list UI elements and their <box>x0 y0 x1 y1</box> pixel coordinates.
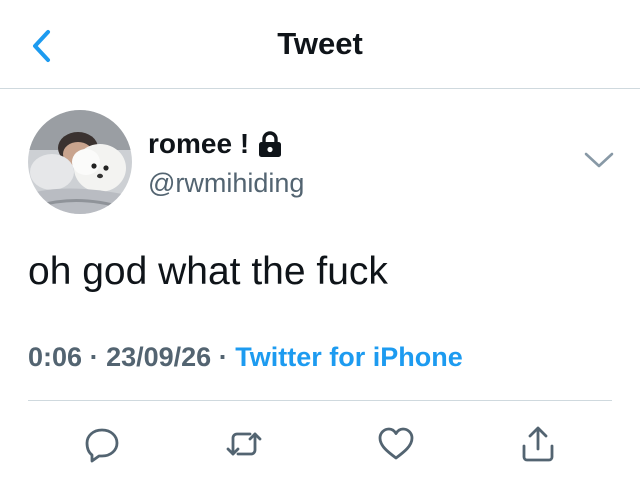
retweet-icon <box>226 432 262 456</box>
retweet-button[interactable] <box>222 422 266 466</box>
share-button[interactable] <box>516 422 560 466</box>
chevron-down-icon[interactable] <box>582 148 616 172</box>
like-button[interactable] <box>374 422 418 466</box>
tweet-time: 0:06 <box>28 342 83 372</box>
top-bar: Tweet <box>0 0 640 88</box>
tweet-text: oh god what the fuck <box>28 250 388 293</box>
actions-divider <box>28 400 612 401</box>
tweet-source-link[interactable]: Twitter for iPhone <box>235 342 463 372</box>
reply-icon <box>85 428 119 463</box>
page-title: Tweet <box>277 26 363 61</box>
meta-separator: · <box>89 342 99 372</box>
reply-button[interactable] <box>80 422 124 466</box>
avatar[interactable] <box>28 110 132 214</box>
heart-icon <box>378 427 414 460</box>
avatar-image <box>28 110 132 214</box>
tweet-meta: 0:06 · 23/09/26 · Twitter for iPhone <box>28 342 463 373</box>
share-icon <box>522 426 554 462</box>
meta-separator: · <box>218 342 228 372</box>
lock-icon <box>259 131 282 157</box>
display-name[interactable]: romee ! <box>148 128 249 160</box>
author-name-row[interactable]: romee ! <box>148 128 283 160</box>
username[interactable]: @rwmihiding <box>148 168 304 199</box>
header-divider <box>0 88 640 89</box>
tweet-date: 23/09/26 <box>106 342 212 372</box>
